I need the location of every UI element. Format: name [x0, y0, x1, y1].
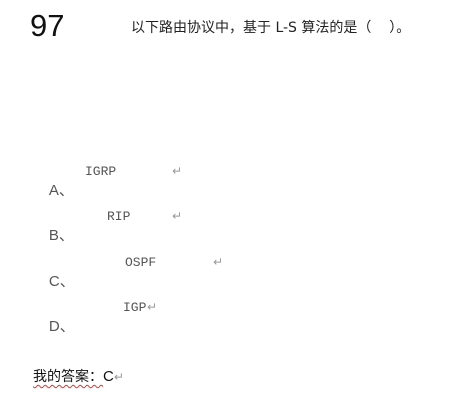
option-letter: A、 [48, 182, 74, 199]
option-text: RIP [107, 209, 131, 224]
return-mark-icon: ↵ [172, 209, 183, 223]
option-text: IGRP [85, 164, 117, 179]
option-letter: C、 [48, 273, 75, 290]
my-answer: 我的答案：C↵ [33, 366, 124, 386]
return-mark-icon: ↵ [113, 370, 124, 384]
option-letter: B、 [48, 227, 74, 244]
option-text: IGP [123, 300, 147, 315]
option-letter: D、 [48, 318, 75, 335]
answer-value: C [103, 368, 114, 385]
return-mark-icon: ↵ [213, 255, 224, 269]
question-number: 97 [30, 8, 65, 43]
answer-label: 我的答案： [33, 369, 103, 385]
return-mark-icon: ↵ [147, 300, 158, 314]
option-d[interactable]: D、 IGP ↵ [40, 299, 157, 368]
return-mark-icon: ↵ [172, 164, 183, 178]
option-text: OSPF [125, 255, 157, 270]
question-text: 以下路由协议中，基于 L-S 算法的是（ ）。 [131, 20, 411, 36]
